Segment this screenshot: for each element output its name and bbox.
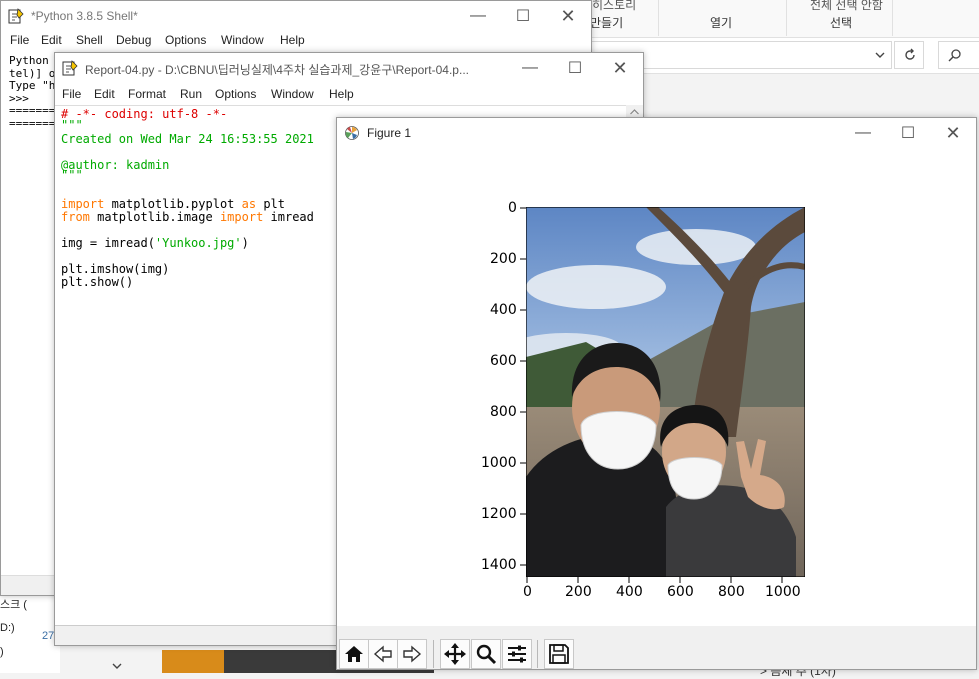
figure-toolbar — [337, 626, 976, 669]
zoom-button[interactable] — [471, 639, 501, 669]
menu-file[interactable]: File — [10, 33, 29, 47]
nav-item-partial[interactable]: ) — [0, 646, 4, 658]
minimize-button[interactable]: — — [507, 55, 553, 81]
code-line-8: img = imread('Yunkoo.jpg') — [61, 236, 249, 250]
editor-menubar: File Edit Format Run Options Window Help — [55, 83, 643, 105]
y-tick-label: 0 — [508, 200, 517, 216]
home-icon — [345, 646, 363, 662]
maximize-button[interactable]: ☐ — [500, 3, 546, 29]
close-button[interactable]: ✕ — [597, 55, 643, 81]
forward-icon — [403, 645, 422, 663]
menu-shell[interactable]: Shell — [76, 33, 103, 47]
shell-output: Python tel)] o Type "h >>> ======= =====… — [9, 54, 56, 130]
code-line-5: """ — [61, 168, 83, 182]
y-tick-label: 600 — [490, 353, 517, 369]
forward-button[interactable] — [397, 639, 427, 669]
refresh-button[interactable] — [894, 41, 924, 69]
code-line-7: from matplotlib.image import imread — [61, 210, 314, 224]
configure-subplots-button[interactable] — [502, 639, 532, 669]
x-tick-label: 800 — [718, 584, 745, 600]
y-tick-label: 1000 — [481, 455, 517, 471]
ribbon-item-select-none[interactable]: 전체 선택 안함 — [810, 0, 883, 13]
close-button[interactable]: ✕ — [545, 3, 591, 29]
menu-window[interactable]: Window — [221, 33, 264, 47]
menu-help[interactable]: Help — [329, 87, 354, 101]
plotted-photo — [526, 207, 805, 577]
menu-run[interactable]: Run — [180, 87, 202, 101]
nav-item-drive-d[interactable]: D:) — [0, 622, 15, 634]
search-icon — [948, 49, 961, 62]
pan-button[interactable] — [440, 639, 470, 669]
maximize-button[interactable]: ☐ — [552, 55, 598, 81]
menu-format[interactable]: Format — [128, 87, 166, 101]
scroll-up-icon[interactable] — [630, 109, 639, 115]
shell-menubar: File Edit Shell Debug Options Window Hel… — [1, 31, 591, 51]
y-tick-label: 1200 — [481, 506, 517, 522]
y-tick-label: 200 — [490, 251, 517, 267]
maximize-button[interactable]: ☐ — [885, 120, 931, 146]
editor-title: Report-04.py - D:\CBNU\딥러닝실제\4주차 실습과제_강윤… — [85, 63, 469, 77]
code-line-3: Created on Wed Mar 24 16:53:55 2021 — [61, 132, 314, 146]
ribbon-item-history[interactable]: 히스토리 — [592, 0, 636, 13]
save-button[interactable] — [544, 639, 574, 669]
shell-titlebar[interactable]: *Python 3.8.5 Shell* — ☐ ✕ — [1, 1, 591, 31]
editor-titlebar[interactable]: Report-04.py - D:\CBNU\딥러닝실제\4주차 실습과제_강윤… — [55, 53, 643, 83]
minimize-button[interactable]: — — [840, 120, 886, 146]
configure-icon — [508, 645, 526, 663]
idle-app-icon — [62, 60, 78, 76]
code-line-2: """ — [61, 118, 83, 132]
x-tick-label: 600 — [667, 584, 694, 600]
y-tick-marks — [520, 207, 526, 566]
back-icon — [373, 645, 392, 663]
x-tick-label: 1000 — [765, 584, 801, 600]
figure-canvas[interactable]: 0 200 400 600 800 1000 1200 1400 0 200 4… — [337, 148, 976, 628]
explorer-nav-pane: 스크 ( D:) ) 27 — [0, 590, 122, 673]
x-tick-label: 0 — [523, 584, 532, 600]
x-tick-marks — [526, 577, 783, 583]
y-tick-label: 1400 — [481, 557, 517, 573]
shell-title: *Python 3.8.5 Shell* — [31, 9, 138, 23]
pan-icon — [444, 643, 466, 665]
idle-app-icon — [8, 8, 24, 24]
scroll-down-icon[interactable] — [112, 662, 122, 670]
explorer-item-count: 27 — [42, 630, 55, 642]
menu-debug[interactable]: Debug — [116, 33, 151, 47]
menu-edit[interactable]: Edit — [41, 33, 62, 47]
menu-edit[interactable]: Edit — [94, 87, 115, 101]
ribbon-group-select: 선택 — [830, 16, 853, 30]
ribbon-group-open: 열기 — [710, 16, 733, 30]
taskbar-accent — [162, 650, 224, 673]
zoom-icon — [476, 644, 497, 665]
figure-titlebar[interactable]: Figure 1 — ☐ ✕ — [337, 118, 976, 148]
nav-item-drive[interactable]: 스크 ( — [0, 596, 27, 612]
menu-file[interactable]: File — [62, 87, 81, 101]
save-icon — [549, 644, 569, 664]
figure-window[interactable]: Figure 1 — ☐ ✕ 0 200 400 600 800 1000 12… — [336, 117, 977, 670]
y-tick-label: 800 — [490, 404, 517, 420]
menu-help[interactable]: Help — [280, 33, 305, 47]
close-button[interactable]: ✕ — [930, 120, 976, 146]
home-button[interactable] — [339, 639, 369, 669]
y-tick-label: 400 — [490, 302, 517, 318]
ribbon-group-new: 만들기 — [590, 16, 624, 30]
figure-title: Figure 1 — [367, 126, 412, 140]
menu-window[interactable]: Window — [271, 87, 314, 101]
menu-options[interactable]: Options — [165, 33, 206, 47]
x-tick-label: 400 — [616, 584, 643, 600]
explorer-search-input[interactable] — [938, 41, 979, 69]
minimize-button[interactable]: — — [455, 3, 501, 29]
explorer-ribbon: 히스토리 전체 선택 안함 만들기 열기 선택 — [560, 0, 979, 38]
matplotlib-icon — [345, 126, 359, 140]
refresh-icon — [905, 48, 915, 60]
code-line-1: # -*- coding: utf-8 -*- — [61, 107, 228, 121]
menu-options[interactable]: Options — [215, 87, 256, 101]
x-tick-label: 200 — [565, 584, 592, 600]
chevron-down-icon[interactable] — [875, 51, 885, 59]
code-line-10: plt.show() — [61, 275, 134, 289]
back-button[interactable] — [368, 639, 398, 669]
